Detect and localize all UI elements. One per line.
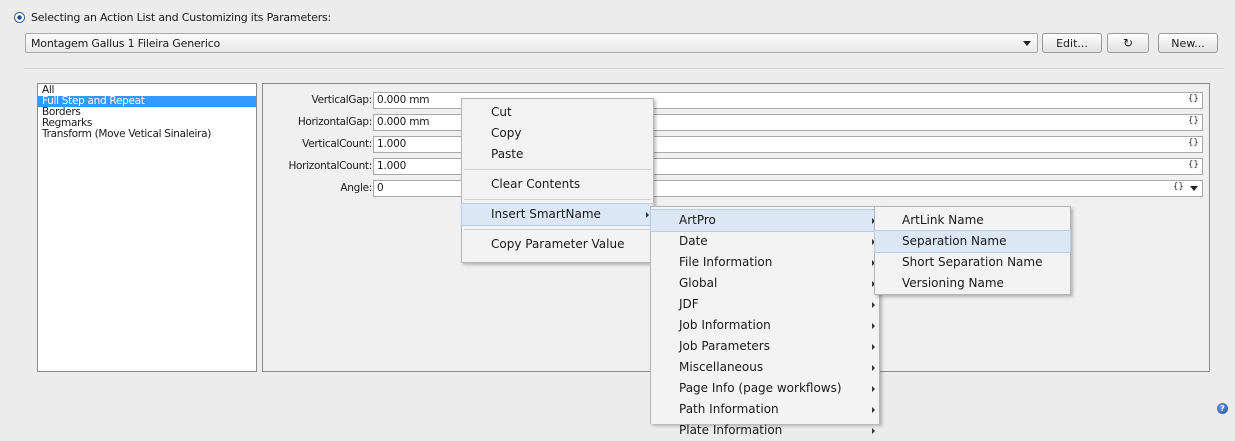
submenu-arrow-icon xyxy=(872,407,875,413)
menu-item-cut[interactable]: Cut xyxy=(462,102,653,123)
menu-item-label: Page Info (page workflows) xyxy=(679,381,842,395)
submenu-arrow-icon xyxy=(872,302,875,308)
param-row-horizontalcount: HorizontalCount: 1.000 {} xyxy=(262,158,1210,175)
menu-item-label: Insert SmartName xyxy=(491,207,601,221)
menu-item-label: ArtPro xyxy=(679,213,716,227)
param-row-verticalcount: VerticalCount: 1.000 {} xyxy=(262,136,1210,153)
section-heading: Selecting an Action List and Customizing… xyxy=(14,9,331,25)
chevron-down-icon[interactable] xyxy=(1023,40,1031,46)
submenu-arrow-icon xyxy=(872,428,875,434)
list-item[interactable]: Transform (Move Vetical Sinaleira) xyxy=(38,129,256,140)
menu-item-label: Date xyxy=(679,234,708,248)
section-title: Selecting an Action List and Customizing… xyxy=(31,10,332,24)
menu-item-copy[interactable]: Copy xyxy=(462,123,653,144)
context-menu: Cut Copy Paste Clear Contents Insert Sma… xyxy=(461,98,654,263)
menu-item-copy-parameter-value[interactable]: Copy Parameter Value xyxy=(462,234,653,255)
menu-separator xyxy=(464,229,651,230)
menu-item-path-information[interactable]: Path Information xyxy=(651,399,879,420)
menu-item-plate-information[interactable]: Plate Information xyxy=(651,420,879,441)
menu-item-label: Plate Information xyxy=(679,423,783,437)
smartname-braces-icon[interactable]: {} xyxy=(1188,116,1199,126)
menu-item-separation-name[interactable]: Separation Name xyxy=(874,230,1071,253)
menu-item-artlink-name[interactable]: ArtLink Name xyxy=(875,210,1070,231)
menu-item-job-information[interactable]: Job Information xyxy=(651,315,879,336)
menu-item-page-info[interactable]: Page Info (page workflows) xyxy=(651,378,879,399)
menu-item-jdf[interactable]: JDF xyxy=(651,294,879,315)
menu-item-job-parameters[interactable]: Job Parameters xyxy=(651,336,879,357)
menu-item-label: Job Parameters xyxy=(679,339,770,353)
menu-item-file-information[interactable]: File Information xyxy=(651,252,879,273)
param-label: VerticalCount: xyxy=(302,138,372,150)
menu-item-paste[interactable]: Paste xyxy=(462,144,653,165)
param-label: Angle: xyxy=(340,182,372,194)
menu-item-miscellaneous[interactable]: Miscellaneous xyxy=(651,357,879,378)
menu-item-insert-smartname[interactable]: Insert SmartName xyxy=(461,203,654,226)
menu-item-label: Job Information xyxy=(679,318,771,332)
new-button[interactable]: New... xyxy=(1158,33,1218,53)
radio-selected-icon[interactable] xyxy=(14,11,25,23)
menu-item-label: File Information xyxy=(679,255,773,269)
menu-item-versioning-name[interactable]: Versioning Name xyxy=(875,273,1070,294)
action-list[interactable]: All Full Step and Repeat Borders Regmark… xyxy=(37,83,257,372)
menu-item-label: Miscellaneous xyxy=(679,360,764,374)
chevron-down-icon[interactable] xyxy=(1190,186,1198,191)
smartname-braces-icon[interactable]: {} xyxy=(1188,160,1199,170)
help-icon[interactable]: ? xyxy=(1217,403,1228,414)
param-row-angle: Angle: 0 {} xyxy=(262,180,1210,197)
param-label: HorizontalCount: xyxy=(288,160,372,172)
param-label: HorizontalGap: xyxy=(297,116,372,128)
menu-separator xyxy=(464,199,651,200)
menu-item-global[interactable]: Global xyxy=(651,273,879,294)
smartname-braces-icon[interactable]: {} xyxy=(1173,182,1184,192)
refresh-icon: ↻ xyxy=(1122,36,1134,50)
menu-item-label: JDF xyxy=(679,297,699,311)
edit-button-label: Edit... xyxy=(1056,36,1088,50)
submenu-arrow-icon xyxy=(872,386,875,392)
menu-item-label: Global xyxy=(679,276,718,290)
param-label: VerticalGap: xyxy=(311,94,373,106)
new-button-label: New... xyxy=(1171,36,1205,50)
menu-item-label: Path Information xyxy=(679,402,779,416)
submenu-arrow-icon xyxy=(646,212,649,218)
param-row-verticalgap: VerticalGap: 0.000 mm {} xyxy=(262,92,1210,109)
menu-item-date[interactable]: Date xyxy=(651,231,879,252)
artpro-submenu: ArtLink Name Separation Name Short Separ… xyxy=(874,206,1071,295)
menu-item-short-separation-name[interactable]: Short Separation Name xyxy=(875,252,1070,273)
smartname-submenu: ArtPro Date File Information Global JDF … xyxy=(650,206,880,437)
refresh-button[interactable]: ↻ xyxy=(1107,33,1149,53)
menu-item-artpro[interactable]: ArtPro xyxy=(650,209,880,232)
submenu-arrow-icon xyxy=(872,323,875,329)
menu-separator xyxy=(464,169,651,170)
param-row-horizontalgap: HorizontalGap: 0.000 mm {} xyxy=(262,114,1210,131)
action-list-value: Montagem Gallus 1 Fileira Generico xyxy=(31,36,221,50)
smartname-braces-icon[interactable]: {} xyxy=(1188,138,1199,148)
smartname-braces-icon[interactable]: {} xyxy=(1188,94,1199,104)
menu-item-clear-contents[interactable]: Clear Contents xyxy=(462,174,653,195)
edit-button[interactable]: Edit... xyxy=(1042,33,1102,53)
action-list-select[interactable]: Montagem Gallus 1 Fileira Generico xyxy=(25,33,1038,53)
submenu-arrow-icon xyxy=(872,344,875,350)
submenu-arrow-icon xyxy=(872,365,875,371)
